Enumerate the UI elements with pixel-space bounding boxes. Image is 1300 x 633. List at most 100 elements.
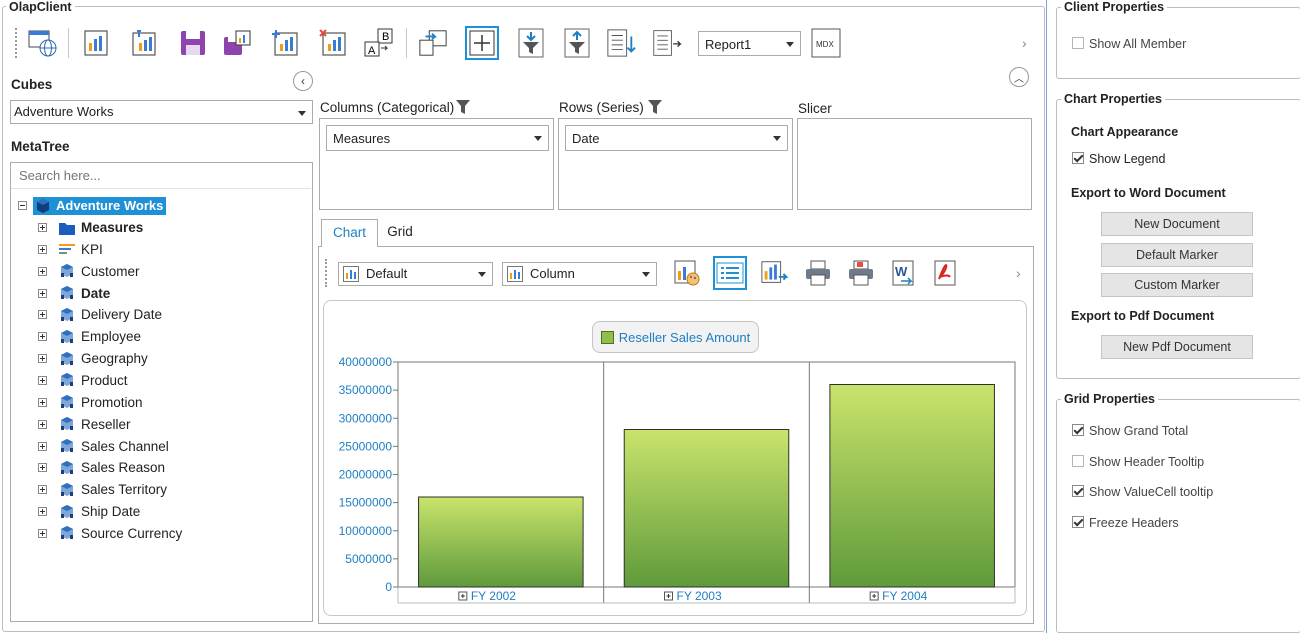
cube-icon (37, 198, 49, 213)
chart-skin-icon (343, 266, 359, 282)
tree-root-row[interactable]: Adventure Works (18, 195, 167, 216)
expand-icon[interactable] (38, 288, 47, 298)
toolbar-overflow-chevron-right-icon[interactable]: › (1022, 35, 1027, 51)
new-pdf-document-button[interactable]: New Pdf Document (1101, 335, 1253, 359)
expand-icon[interactable] (38, 354, 47, 364)
expand-all-icon[interactable] (465, 26, 499, 60)
mdx-query-icon[interactable]: MDX (811, 28, 841, 58)
tree-item[interactable]: Customer (38, 261, 140, 282)
tree-item[interactable]: Product (38, 370, 128, 391)
expand-icon[interactable] (38, 223, 47, 232)
kpi-icon (59, 242, 75, 256)
tree-item[interactable]: Source Currency (38, 523, 182, 544)
sort-down-icon[interactable] (606, 28, 636, 58)
save-as-icon[interactable] (222, 28, 252, 58)
show-all-member-checkbox[interactable] (1072, 37, 1084, 49)
tab-grid[interactable]: Grid (380, 219, 420, 247)
expand-icon[interactable] (38, 528, 47, 538)
export-word-heading: Export to Word Document (1071, 186, 1226, 200)
legend-toggle-icon[interactable] (713, 256, 747, 290)
grid-option-label: Freeze Headers (1089, 516, 1179, 531)
custom-marker-button[interactable]: Custom Marker (1101, 273, 1253, 297)
y-tick-label: 5000000 (345, 552, 392, 566)
chart-skin-select[interactable]: Default (338, 262, 493, 286)
dimension-icon (59, 526, 75, 540)
columns-axis-label: Columns (Categorical) (320, 100, 471, 115)
swap-axes-icon[interactable] (418, 28, 448, 58)
bar (418, 496, 584, 588)
tree-item[interactable]: KPI (38, 239, 103, 260)
report-arrow-icon[interactable] (652, 28, 682, 58)
tree-item[interactable]: Ship Date (38, 501, 140, 522)
cube-select[interactable]: Adventure Works (10, 100, 313, 124)
export-pdf-icon[interactable] (930, 258, 960, 288)
chart-skin-value: Default (366, 266, 408, 281)
expand-icon[interactable] (38, 375, 47, 385)
tree-item[interactable]: Promotion (38, 392, 143, 413)
x-tick-label: FY 2004 (882, 589, 927, 603)
expand-icon[interactable] (38, 397, 47, 407)
dimension-icon (59, 329, 75, 344)
print-icon[interactable] (803, 258, 833, 288)
export-chart-icon[interactable] (760, 258, 790, 288)
dimension-icon (59, 460, 75, 475)
chart-type-select[interactable]: Column (502, 262, 657, 286)
chart-palette-icon[interactable] (672, 258, 702, 288)
tree-item[interactable]: Reseller (38, 414, 131, 435)
y-tick-label: 40000000 (339, 355, 393, 369)
expand-icon[interactable] (38, 419, 47, 429)
columns-axis-select[interactable]: Measures (326, 125, 549, 151)
filter-down-icon[interactable] (516, 28, 546, 58)
default-marker-button[interactable]: Default Marker (1101, 243, 1253, 267)
slicer-panel[interactable] (797, 118, 1032, 210)
svg-text:A: A (368, 45, 376, 57)
y-tick-label: 15000000 (339, 496, 393, 510)
print-preview-icon[interactable] (846, 258, 876, 288)
tree-item[interactable]: Sales Territory (38, 479, 167, 500)
filter-up-icon[interactable] (562, 28, 592, 58)
load-report-icon[interactable] (130, 28, 160, 58)
grid-option-checkbox[interactable] (1072, 516, 1084, 529)
report-select[interactable]: Report1 (698, 31, 801, 56)
grid-option-label: Show ValueCell tooltip (1089, 485, 1214, 500)
tree-item[interactable]: Sales Channel (38, 436, 169, 457)
collapse-axis-panel-button[interactable]: ︿ (1009, 67, 1029, 87)
grid-option-checkbox[interactable] (1072, 454, 1084, 467)
new-document-button[interactable]: New Document (1101, 212, 1253, 236)
chart-toolbar-overflow-chevron-right-icon[interactable]: › (1016, 265, 1021, 281)
tree-item[interactable]: Employee (38, 326, 141, 347)
expand-icon[interactable] (38, 441, 47, 451)
tree-item[interactable]: Date (38, 283, 110, 304)
collapse-icon[interactable] (18, 201, 27, 210)
show-legend-checkbox[interactable] (1072, 152, 1084, 164)
rename-report-icon[interactable]: BA (364, 28, 394, 58)
new-report-icon[interactable] (82, 28, 112, 58)
expand-icon[interactable] (38, 507, 47, 517)
expand-icon[interactable] (38, 332, 47, 342)
add-report-icon[interactable] (270, 28, 300, 58)
expand-icon[interactable] (38, 266, 47, 276)
grid-option-checkbox[interactable] (1072, 485, 1084, 498)
remove-report-icon[interactable] (318, 28, 348, 58)
toolbar-separator (68, 28, 69, 58)
cubes-heading: Cubes (11, 77, 53, 92)
tree-item[interactable]: Geography (38, 348, 148, 369)
tree-item[interactable]: Sales Reason (38, 457, 165, 478)
expand-icon[interactable] (38, 485, 47, 495)
export-word-icon[interactable]: W (888, 258, 918, 288)
expand-icon[interactable] (38, 310, 47, 320)
metatree-search-input[interactable] (11, 163, 311, 189)
tree-item[interactable]: Delivery Date (38, 304, 162, 325)
rows-axis-select[interactable]: Date (565, 125, 788, 151)
connect-database-icon[interactable] (28, 28, 58, 58)
expand-icon[interactable] (38, 244, 47, 254)
grid-option-checkbox[interactable] (1072, 424, 1084, 436)
tree-item[interactable]: Measures (38, 217, 143, 238)
save-icon[interactable] (178, 28, 208, 58)
tab-chart[interactable]: Chart (321, 219, 378, 247)
show-legend-label: Show Legend (1089, 152, 1166, 166)
y-tick-label: 0 (385, 580, 392, 594)
collapse-left-panel-button[interactable]: ‹ (293, 71, 313, 91)
expand-icon[interactable] (38, 463, 47, 473)
chart-legend[interactable]: Reseller Sales Amount (592, 321, 759, 353)
